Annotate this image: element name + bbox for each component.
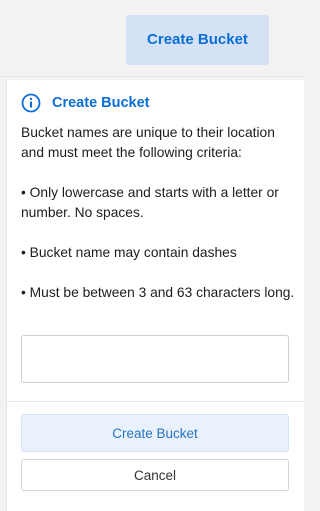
bucket-name-input[interactable] [21, 335, 289, 383]
criteria-rule: • Must be between 3 and 63 characters lo… [21, 285, 295, 300]
bucket-criteria-text: Bucket names are unique to their locatio… [21, 123, 297, 323]
cancel-button[interactable]: Cancel [21, 459, 289, 491]
submit-create-bucket-button[interactable]: Create Bucket [21, 414, 289, 452]
panel-header: Create Bucket [21, 92, 150, 114]
create-bucket-panel: Create Bucket Bucket names are unique to… [6, 80, 305, 511]
create-bucket-button[interactable]: Create Bucket [126, 15, 269, 65]
criteria-rule: • Bucket name may contain dashes [21, 245, 237, 260]
info-icon [21, 93, 41, 113]
criteria-intro: Bucket names are unique to their locatio… [21, 125, 275, 160]
panel-title: Create Bucket [52, 95, 150, 111]
divider [7, 401, 305, 402]
top-bar: Create Bucket [0, 0, 304, 77]
criteria-rule: • Only lowercase and starts with a lette… [21, 185, 279, 220]
